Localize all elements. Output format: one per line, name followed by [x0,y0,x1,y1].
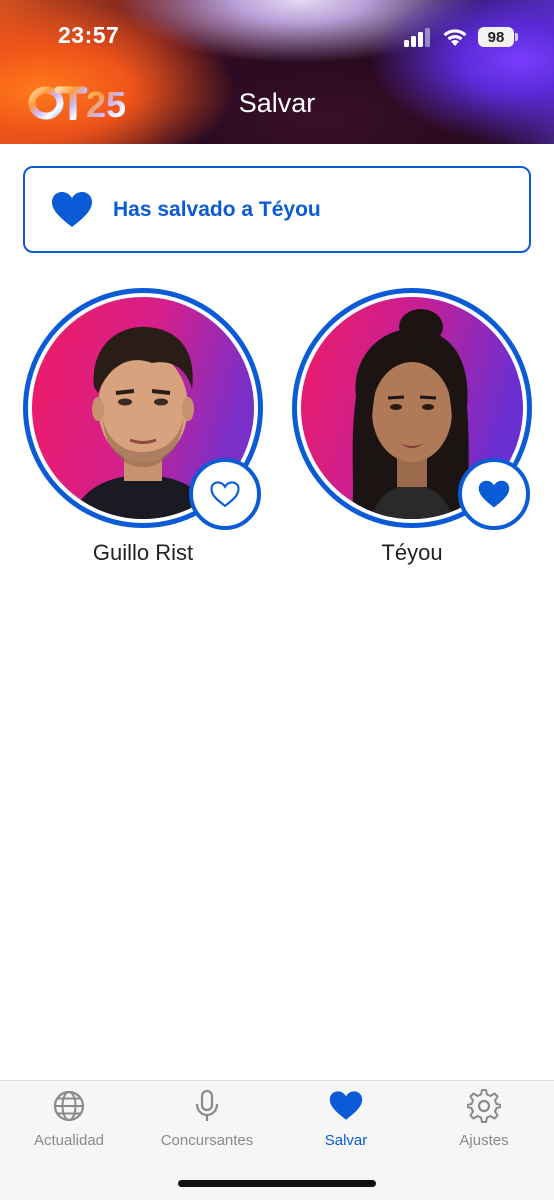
tab-salvar[interactable]: Salvar [277,1089,415,1159]
saved-message: Has salvado a Téyou [113,197,321,221]
wifi-icon [443,29,467,46]
globe-icon [53,1090,85,1122]
microphone-icon [195,1089,219,1121]
status-icons: 98 [404,24,518,50]
status-time: 23:57 [58,22,120,48]
heart-outline-icon [210,480,240,507]
gear-icon [467,1089,501,1123]
tab-concursantes[interactable]: Concursantes [138,1089,276,1159]
tab-label: Concursantes [160,1132,254,1149]
app-screen: 23:57 98 25 Salvar Has salvado a Téyou G… [0,0,554,1200]
tab-actualidad[interactable]: Actualidad [0,1089,138,1159]
tab-ajustes[interactable]: Ajustes [415,1089,553,1159]
signal-icon [404,28,430,47]
tab-label: Actualidad [33,1132,105,1149]
saved-banner: Has salvado a Téyou [23,166,531,253]
heart-filled-icon [52,191,92,227]
page-title: Salvar [238,88,316,118]
battery-level: 98 [487,28,505,46]
header: 23:57 98 25 Salvar [0,0,554,144]
contestant-name: Guillo Rist [92,540,194,565]
contestant-name: Téyou [381,540,443,565]
heart-icon [329,1091,363,1120]
save-toggle-button[interactable] [458,458,530,530]
tab-label: Ajustes [459,1132,509,1149]
battery-icon: 98 [478,27,518,47]
home-indicator[interactable] [178,1180,376,1187]
tab-label: Salvar [324,1132,368,1149]
save-toggle-button[interactable] [189,458,261,530]
heart-filled-icon [478,480,510,507]
